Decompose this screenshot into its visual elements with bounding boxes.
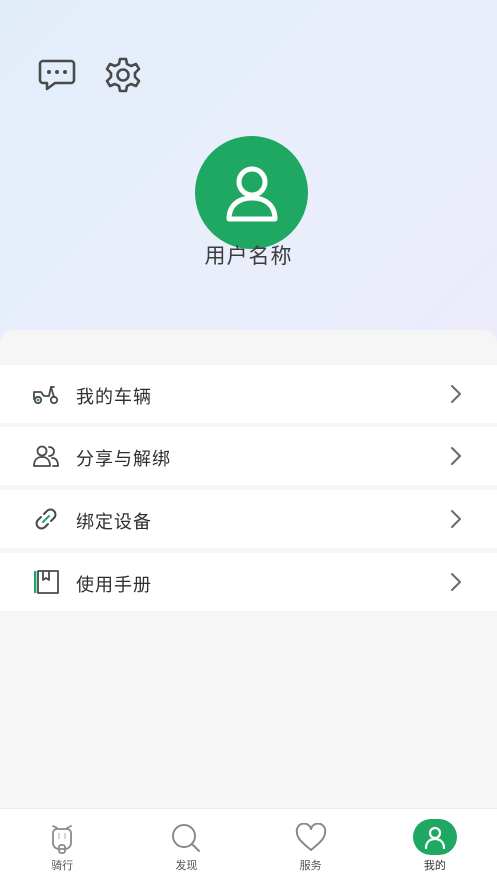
chevron-right-icon [451, 573, 461, 591]
menu-item-label: 使用手册 [76, 575, 152, 596]
menu-item-bind-device[interactable]: 绑定设备 [0, 490, 497, 548]
link-icon [35, 508, 57, 530]
tab-service[interactable]: 服务 [249, 809, 373, 883]
chevron-right-icon [451, 510, 461, 528]
tab-ride[interactable]: 骑行 [0, 809, 124, 883]
chevron-right-icon [451, 385, 461, 403]
profile-screen: 用户名称 我的车辆 分享与解绑 绑定设备 使用手册 骑行 发现 服务 我的 [0, 0, 497, 883]
user-avatar-icon [226, 166, 277, 221]
profile-header: 用户名称 [0, 0, 497, 360]
tab-label: 骑行 [51, 859, 74, 872]
menu-item-label: 我的车辆 [76, 387, 152, 408]
header-actions [38, 56, 142, 94]
menu-item-user-manual[interactable]: 使用手册 [0, 553, 497, 611]
message-icon [38, 59, 76, 91]
tab-mine[interactable]: 我的 [373, 809, 497, 883]
users-icon [33, 445, 59, 467]
tab-label: 发现 [175, 859, 198, 872]
manual-icon [34, 570, 59, 594]
profile-icon [424, 826, 445, 850]
tab-label: 我的 [423, 859, 446, 872]
chevron-right-icon [451, 447, 461, 465]
bottom-tab-bar: 骑行 发现 服务 我的 [0, 808, 497, 883]
gear-icon [105, 57, 141, 93]
menu-item-share-unbind[interactable]: 分享与解绑 [0, 427, 497, 485]
message-button[interactable] [38, 56, 76, 94]
tab-label: 服务 [299, 859, 322, 872]
username: 用户名称 [204, 244, 293, 268]
tab-discover[interactable]: 发现 [124, 809, 248, 883]
scooter-icon [33, 386, 59, 405]
settings-button[interactable] [104, 56, 142, 94]
user-avatar[interactable] [195, 136, 308, 249]
menu-item-label: 绑定设备 [76, 512, 152, 533]
heart-icon [295, 823, 326, 851]
discover-icon [172, 824, 201, 852]
ride-icon [52, 825, 73, 854]
menu-item-my-vehicles[interactable]: 我的车辆 [0, 365, 497, 423]
menu-item-label: 分享与解绑 [76, 449, 171, 470]
tab-active-indicator [412, 819, 457, 855]
